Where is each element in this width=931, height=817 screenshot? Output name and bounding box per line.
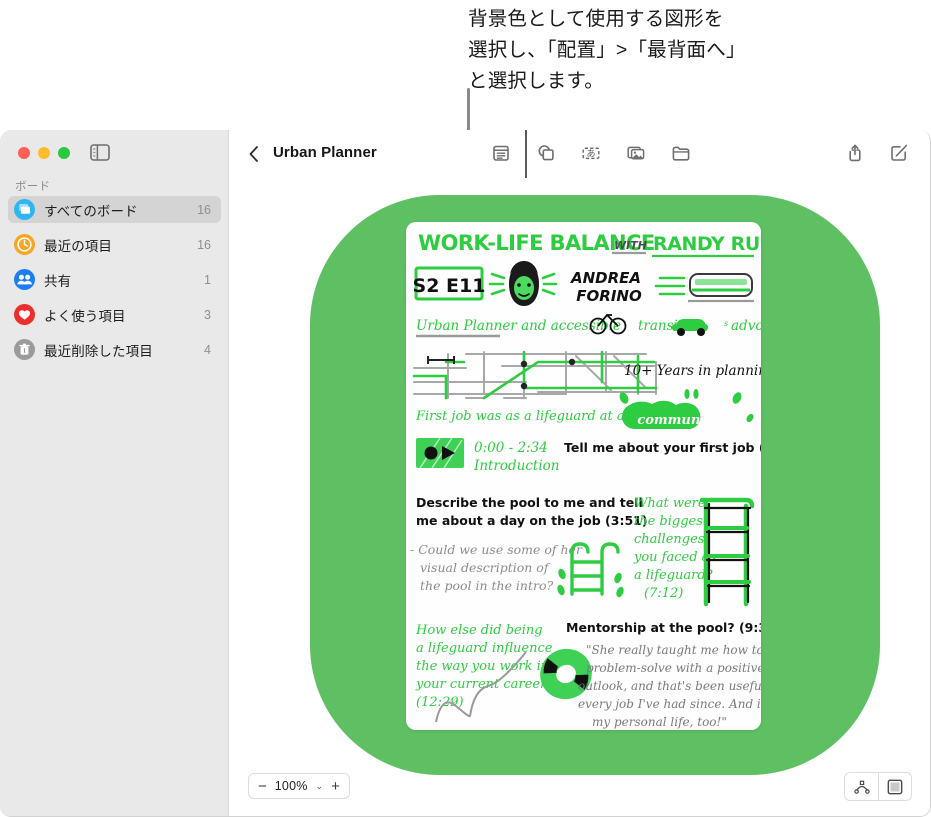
svg-text:challenges: challenges bbox=[634, 532, 705, 547]
bezier-path-icon[interactable] bbox=[845, 773, 878, 800]
sidebar-item-all-boards[interactable]: すべてのボード 16 bbox=[8, 196, 221, 223]
sidebar-item-count: 16 bbox=[197, 237, 211, 252]
boards-icon bbox=[14, 199, 35, 220]
sidebar-item-label: すべてのボード bbox=[44, 203, 138, 219]
svg-text:Introduction: Introduction bbox=[473, 458, 560, 474]
toolbar-actions bbox=[843, 141, 911, 165]
folder-icon[interactable] bbox=[669, 141, 693, 165]
svg-text:Mentorship at the pool? (9:33): Mentorship at the pool? (9:33) bbox=[566, 620, 761, 635]
toolbar: Urban Planner あ bbox=[229, 130, 930, 178]
text-icon[interactable]: あ bbox=[579, 141, 603, 165]
minimize-button[interactable] bbox=[38, 147, 50, 159]
callout-text: 背景色として使用する図形を 選択し、「配置」>「最背面へ」 と選択します。 bbox=[468, 8, 746, 92]
svg-text:community pool: community pool bbox=[637, 413, 754, 428]
board-title: Urban Planner bbox=[273, 144, 377, 161]
svg-text:your current career?: your current career? bbox=[415, 677, 554, 692]
svg-text:RANDY RUSSO: RANDY RUSSO bbox=[653, 233, 761, 255]
svg-text:10+ Years in planning: 10+ Years in planning bbox=[624, 363, 761, 379]
svg-text:every job I've had since. And: every job I've had since. And in bbox=[578, 697, 761, 711]
svg-text:ANDREA: ANDREA bbox=[570, 269, 641, 287]
sidebar: ボード すべてのボード 16 最近の項目 16 共有 1 よく使う項目 3 最近… bbox=[0, 130, 229, 816]
zoom-out-button[interactable]: − bbox=[258, 779, 267, 794]
sidebar-item-label: よく使う項目 bbox=[44, 308, 126, 324]
sidebar-item-shared[interactable]: 共有 1 bbox=[8, 266, 221, 293]
sidebar-list: すべてのボード 16 最近の項目 16 共有 1 よく使う項目 3 最近削除した… bbox=[8, 196, 221, 371]
heart-icon bbox=[14, 304, 35, 325]
svg-text:First job was as a lifeguard a: First job was as a lifeguard at a bbox=[415, 409, 625, 424]
sidebar-item-favorites[interactable]: よく使う項目 3 bbox=[8, 301, 221, 328]
sidebar-item-count: 16 bbox=[197, 202, 211, 217]
svg-text:s: s bbox=[724, 319, 728, 328]
svg-text:WITH: WITH bbox=[614, 239, 647, 252]
markup-icon[interactable] bbox=[887, 141, 911, 165]
grid-view-icon[interactable] bbox=[878, 773, 911, 800]
window-controls[interactable] bbox=[18, 147, 70, 159]
svg-text:How else did being: How else did being bbox=[415, 623, 543, 638]
sidebar-item-count: 1 bbox=[204, 272, 211, 287]
chevron-down-icon[interactable]: ⌄ bbox=[316, 781, 324, 792]
sticky-note-icon[interactable] bbox=[489, 141, 513, 165]
sidebar-item-recents[interactable]: 最近の項目 16 bbox=[8, 231, 221, 258]
maximize-button[interactable] bbox=[58, 147, 70, 159]
people-icon bbox=[14, 269, 35, 290]
svg-text:あ: あ bbox=[586, 149, 595, 160]
svg-text:What were: What were bbox=[634, 496, 706, 511]
canvas-view-controls bbox=[844, 772, 912, 801]
svg-text:the biggest: the biggest bbox=[634, 514, 709, 529]
toolbar-tools: あ bbox=[489, 141, 693, 165]
svg-text:the way you work in: the way you work in bbox=[416, 659, 549, 674]
sidebar-item-label: 共有 bbox=[44, 273, 72, 289]
svg-text:- Could we use some of her: - Could we use some of her bbox=[410, 542, 583, 557]
svg-text:S2 E11: S2 E11 bbox=[413, 275, 486, 297]
svg-text:a lifeguard influence: a lifeguard influence bbox=[416, 641, 553, 656]
close-button[interactable] bbox=[18, 147, 30, 159]
back-chevron-icon[interactable] bbox=[248, 144, 260, 164]
svg-text:problem-solve with a positive: problem-solve with a positive bbox=[586, 661, 761, 675]
board-poster[interactable]: WORK-LIFE BALANCE WITH RANDY RUSSO S2 E1… bbox=[406, 222, 761, 730]
svg-text:"She really taught me how to: "She really taught me how to bbox=[586, 643, 761, 657]
svg-text:advocate: advocate bbox=[731, 318, 761, 334]
svg-text:me about a day on the job (3:5: me about a day on the job (3:51) bbox=[416, 513, 648, 528]
svg-text:Describe the pool to me and te: Describe the pool to me and tell bbox=[416, 495, 643, 510]
svg-text:Tell me about your first job (: Tell me about your first job (2:34) bbox=[564, 440, 761, 455]
svg-text:(7:12): (7:12) bbox=[644, 586, 683, 601]
share-icon[interactable] bbox=[843, 141, 867, 165]
sidebar-toggle-icon[interactable] bbox=[90, 144, 110, 161]
sidebar-item-recently-deleted[interactable]: 最近削除した項目 4 bbox=[8, 336, 221, 363]
zoom-in-button[interactable]: + bbox=[331, 779, 340, 794]
svg-text:the pool in the intro?: the pool in the intro? bbox=[420, 578, 554, 593]
board-poster-artwork: WORK-LIFE BALANCE WITH RANDY RUSSO S2 E1… bbox=[406, 222, 761, 730]
trash-icon bbox=[14, 339, 35, 360]
media-icon[interactable] bbox=[624, 141, 648, 165]
sidebar-item-label: 最近の項目 bbox=[44, 238, 112, 254]
sidebar-item-count: 3 bbox=[204, 307, 211, 322]
zoom-level-value[interactable]: 100% bbox=[275, 779, 308, 793]
svg-text:outlook, and that's been usefu: outlook, and that's been useful in bbox=[578, 679, 761, 693]
sidebar-item-count: 4 bbox=[204, 342, 211, 357]
board-canvas[interactable]: WORK-LIFE BALANCE WITH RANDY RUSSO S2 E1… bbox=[230, 178, 930, 816]
sidebar-section-label: ボード bbox=[15, 181, 51, 193]
svg-text:visual description of: visual description of bbox=[420, 560, 551, 575]
svg-text:0:00 - 2:34: 0:00 - 2:34 bbox=[474, 440, 548, 456]
sidebar-item-label: 最近削除した項目 bbox=[44, 343, 153, 359]
shapes-icon[interactable] bbox=[534, 141, 558, 165]
svg-text:my personal life, too!": my personal life, too!" bbox=[592, 715, 727, 729]
zoom-control[interactable]: − 100% ⌄ + bbox=[248, 773, 350, 799]
svg-text:a lifeguard?: a lifeguard? bbox=[634, 568, 714, 583]
clock-icon bbox=[14, 234, 35, 255]
freeform-window: ボード すべてのボード 16 最近の項目 16 共有 1 よく使う項目 3 最近… bbox=[0, 130, 931, 817]
screenshot-root: 背景色として使用する図形を 選択し、「配置」>「最背面へ」 と選択します。 ボー… bbox=[0, 0, 931, 817]
svg-text:FORINO: FORINO bbox=[576, 287, 642, 305]
